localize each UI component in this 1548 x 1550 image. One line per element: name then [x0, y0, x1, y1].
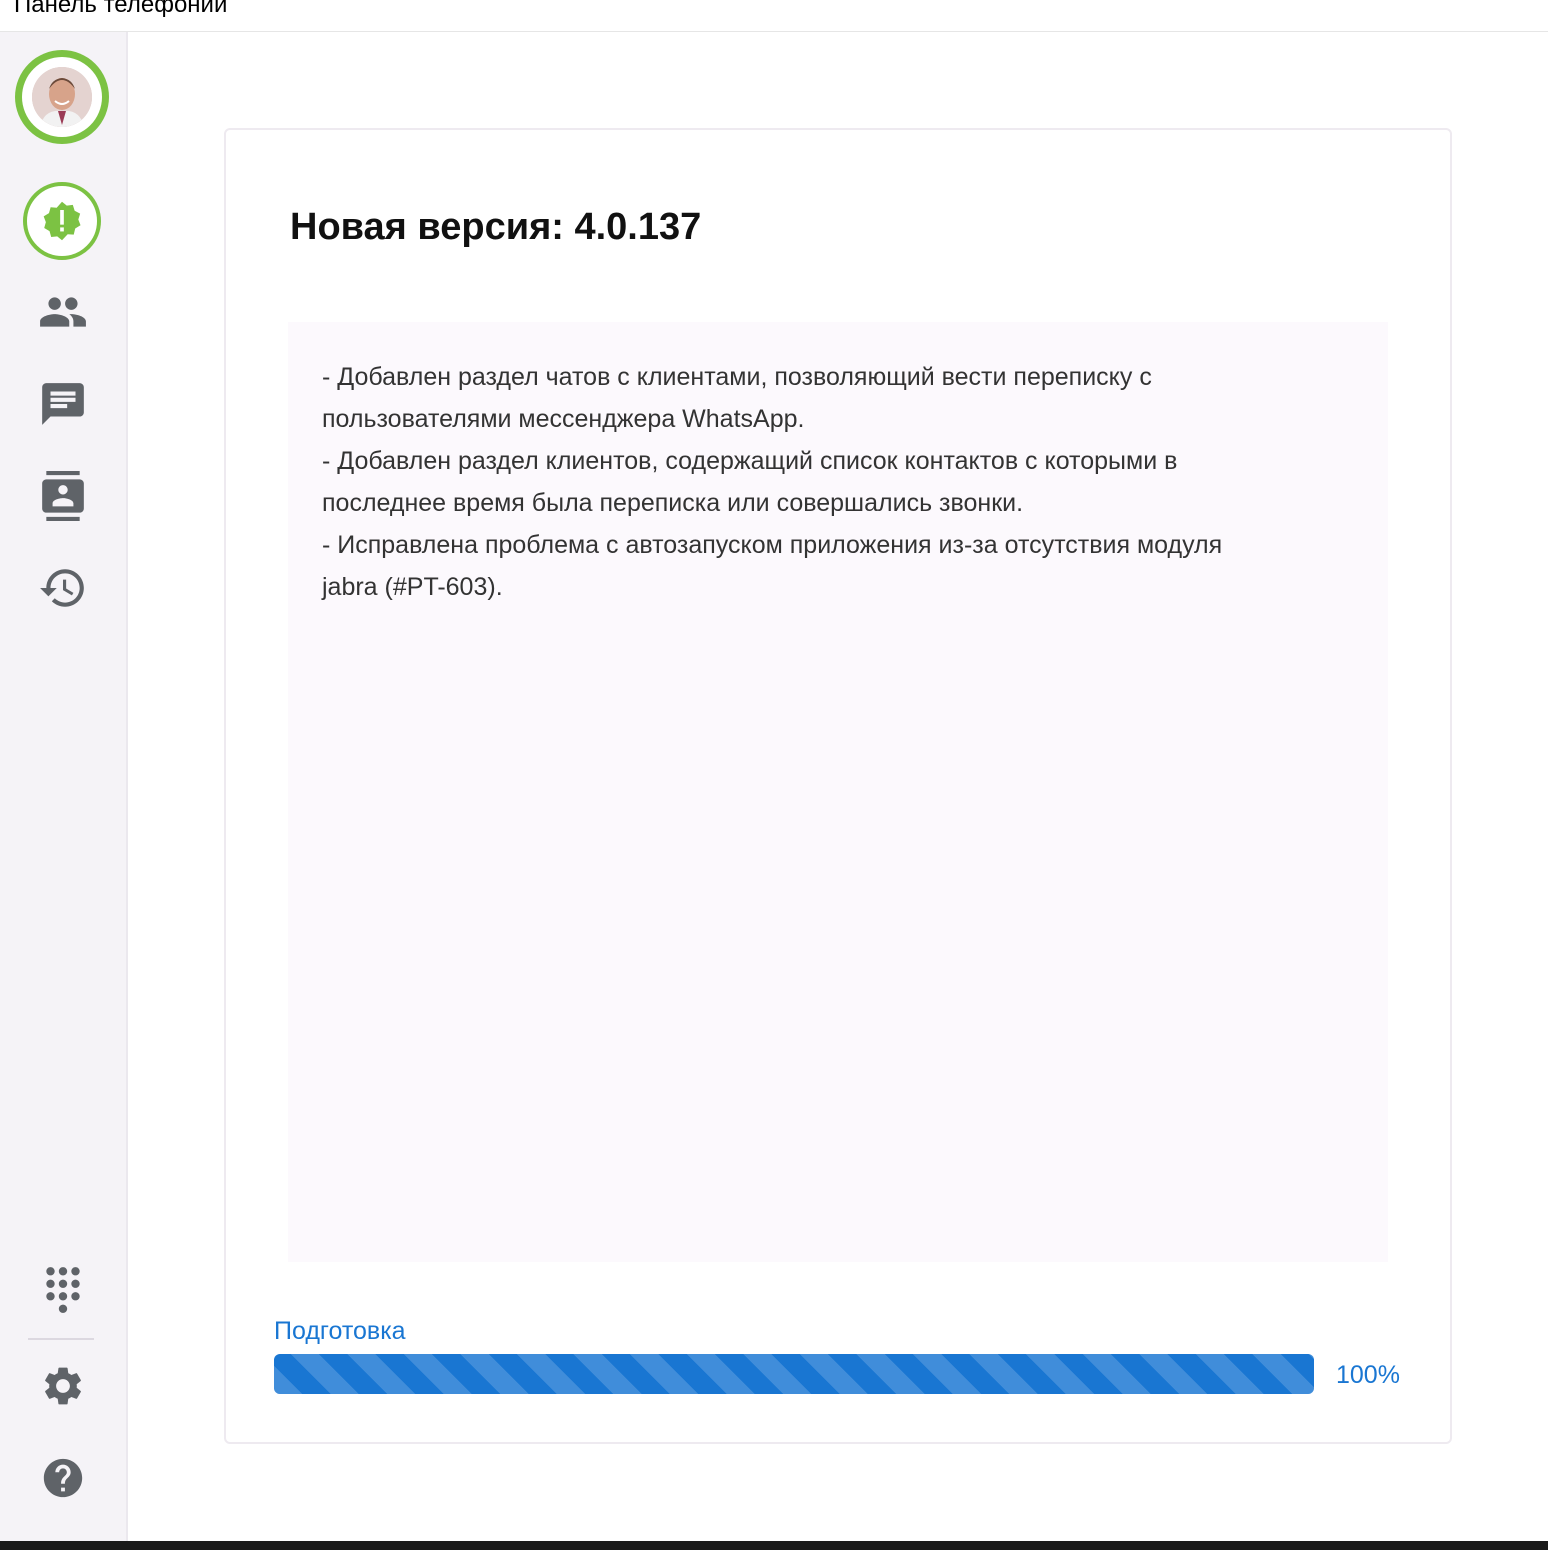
sidebar-item-contacts[interactable] [21, 454, 105, 538]
release-note-line: jabra (#PT-603). [322, 573, 503, 601]
sidebar-item-settings[interactable] [21, 1344, 105, 1428]
dialpad-icon [46, 1267, 80, 1313]
profile-avatar[interactable] [15, 50, 109, 144]
sidebar-item-update[interactable] [23, 182, 101, 260]
sidebar-item-colleagues[interactable] [21, 270, 105, 354]
release-note-line: - Добавлен раздел чатов с клиентами, поз… [322, 363, 1152, 391]
progress-bar [274, 1354, 1314, 1394]
release-note-line: - Исправлена проблема с автозапуском при… [322, 531, 1223, 559]
release-note-line: пользователями мессенджера WhatsApp. [322, 405, 805, 433]
sidebar [0, 32, 128, 1541]
sidebar-item-help[interactable] [21, 1436, 105, 1520]
update-title: Новая версия: 4.0.137 [290, 206, 702, 248]
window-bottom-edge [0, 1541, 1548, 1550]
release-note-line: последнее время была переписка или совер… [322, 489, 1024, 517]
help-icon [43, 1458, 83, 1498]
gear-icon [45, 1367, 81, 1405]
progress-bar-fill [274, 1354, 1314, 1394]
update-card: Новая версия: 4.0.137 - Добавлен раздел … [224, 128, 1452, 1444]
sidebar-item-history[interactable] [21, 546, 105, 630]
release-notes: - Добавлен раздел чатов с клиентами, поз… [288, 322, 1388, 1262]
people-icon [40, 297, 86, 327]
avatar-photo [32, 67, 92, 127]
progress-value: 100% [1336, 1361, 1400, 1389]
contact-card-icon [42, 471, 84, 521]
window-titlebar: Панель телефонии [0, 0, 1548, 32]
window-title: Панель телефонии [14, 0, 228, 18]
chat-icon [42, 383, 84, 425]
sidebar-divider [28, 1338, 94, 1340]
history-icon [40, 569, 84, 607]
alert-badge-icon [43, 201, 81, 241]
progress-label: Подготовка [274, 1317, 406, 1345]
sidebar-item-dialpad[interactable] [21, 1248, 105, 1332]
user-photo-icon [32, 67, 92, 127]
sidebar-item-chats[interactable] [21, 362, 105, 446]
release-note-line: - Добавлен раздел клиентов, содержащий с… [322, 447, 1178, 475]
